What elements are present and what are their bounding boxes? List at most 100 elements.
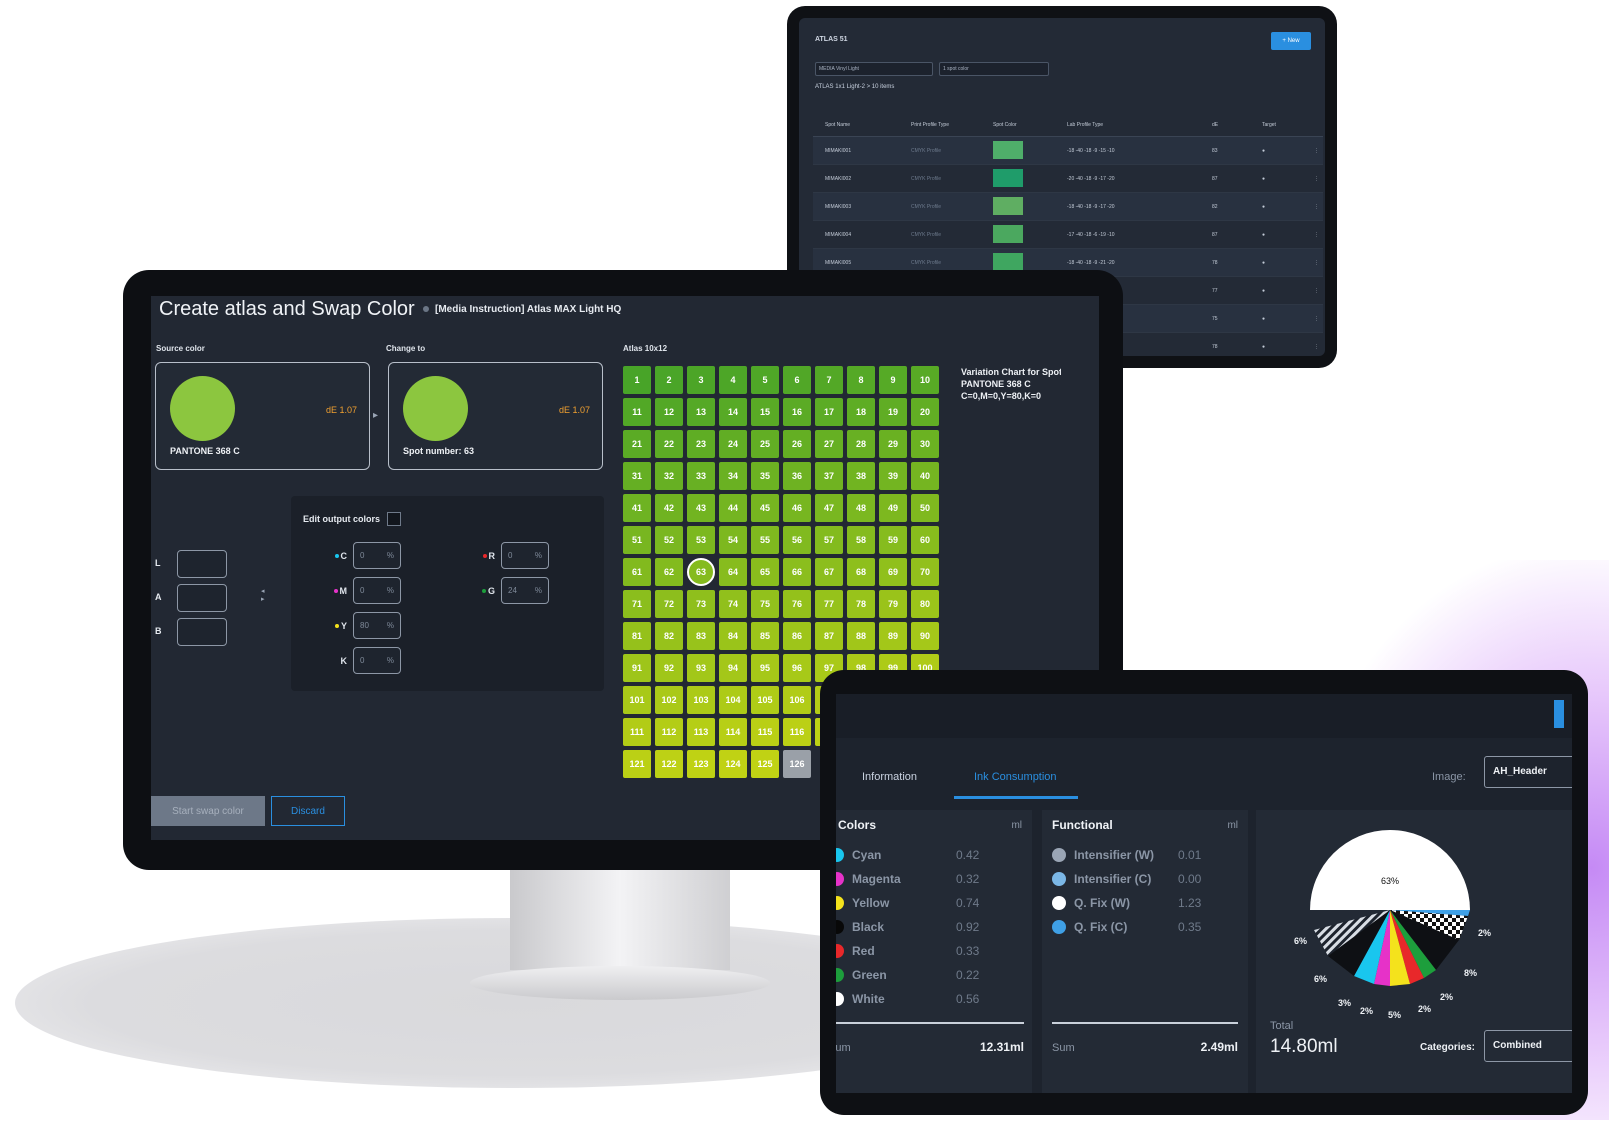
atlas-cell[interactable]: 92 [655,654,683,682]
atlas-cell[interactable]: 21 [623,430,651,458]
atlas-cell[interactable]: 52 [655,526,683,554]
atlas-cell[interactable]: 70 [911,558,939,586]
atlas-cell[interactable]: 62 [655,558,683,586]
atlas-cell[interactable]: 68 [847,558,875,586]
atlas-cell[interactable]: 66 [783,558,811,586]
table-row[interactable]: MIMAKI001 CMYK Profile -18 -40 -18 -9 -15 … [813,137,1323,165]
atlas-cell[interactable]: 38 [847,462,875,490]
atlas-cell[interactable]: 58 [847,526,875,554]
atlas-cell[interactable]: 10 [911,366,939,394]
atlas-cell[interactable]: 111 [623,718,651,746]
atlas-cell[interactable]: 85 [751,622,779,650]
atlas-cell[interactable]: 84 [719,622,747,650]
atlas-cell[interactable]: 69 [879,558,907,586]
spot-select[interactable]: 1 spot color [939,62,1049,76]
atlas-cell[interactable]: 94 [719,654,747,682]
atlas-cell[interactable]: 48 [847,494,875,522]
atlas-cell[interactable]: 23 [687,430,715,458]
atlas-cell[interactable]: 115 [751,718,779,746]
atlas-cell[interactable]: 49 [879,494,907,522]
atlas-cell[interactable]: 45 [751,494,779,522]
atlas-cell[interactable]: 116 [783,718,811,746]
atlas-cell[interactable]: 59 [879,526,907,554]
atlas-cell[interactable]: 56 [783,526,811,554]
red-input[interactable]: 0% [501,542,549,569]
row-menu-icon[interactable]: ⋮ [1310,316,1323,322]
lab-b-input[interactable] [177,618,227,646]
atlas-cell[interactable]: 6 [783,366,811,394]
atlas-cell[interactable]: 71 [623,590,651,618]
atlas-cell[interactable]: 91 [623,654,651,682]
row-menu-icon[interactable]: ⋮ [1310,232,1323,238]
start-swap-button[interactable]: Start swap color [151,796,265,826]
atlas-cell[interactable]: 73 [687,590,715,618]
atlas-cell[interactable]: 32 [655,462,683,490]
atlas-cell[interactable]: 114 [719,718,747,746]
atlas-cell[interactable]: 26 [783,430,811,458]
atlas-cell[interactable]: 60 [911,526,939,554]
yellow-input[interactable]: 80% [353,612,401,639]
column-header[interactable]: Spot Color [993,122,1067,128]
atlas-cell[interactable]: 95 [751,654,779,682]
atlas-cell[interactable]: 74 [719,590,747,618]
atlas-cell[interactable]: 9 [879,366,907,394]
atlas-cell[interactable]: 122 [655,750,683,778]
atlas-cell[interactable]: 67 [815,558,843,586]
atlas-cell[interactable]: 121 [623,750,651,778]
row-menu-icon[interactable]: ⋮ [1310,288,1323,294]
atlas-cell[interactable]: 105 [751,686,779,714]
atlas-cell[interactable]: 31 [623,462,651,490]
atlas-cell[interactable]: 33 [687,462,715,490]
target-color-card[interactable]: dE 1.07 Spot number: 63 [388,362,603,470]
source-color-card[interactable]: dE 1.07 PANTONE 368 C [155,362,370,470]
column-header[interactable]: Spot Name [813,122,911,128]
atlas-cell[interactable]: 13 [687,398,715,426]
column-header[interactable]: Print Profile Type [911,122,993,128]
atlas-cell[interactable]: 57 [815,526,843,554]
row-menu-icon[interactable]: ⋮ [1310,176,1323,182]
atlas-cell[interactable]: 7 [815,366,843,394]
atlas-cell[interactable]: 3 [687,366,715,394]
atlas-cell[interactable]: 1 [623,366,651,394]
atlas-cell[interactable]: 76 [783,590,811,618]
atlas-cell[interactable]: 24 [719,430,747,458]
atlas-cell[interactable]: 86 [783,622,811,650]
atlas-cell[interactable]: 126 [783,750,811,778]
atlas-cell[interactable]: 22 [655,430,683,458]
atlas-cell[interactable]: 77 [815,590,843,618]
atlas-cell[interactable]: 5 [751,366,779,394]
atlas-cell[interactable]: 54 [719,526,747,554]
atlas-cell[interactable]: 55 [751,526,779,554]
tab-information[interactable]: Information [862,771,917,783]
atlas-cell[interactable]: 72 [655,590,683,618]
atlas-cell[interactable]: 41 [623,494,651,522]
atlas-cell[interactable]: 78 [847,590,875,618]
atlas-cell[interactable]: 51 [623,526,651,554]
atlas-cell[interactable]: 20 [911,398,939,426]
atlas-cell[interactable]: 12 [655,398,683,426]
atlas-cell[interactable]: 19 [879,398,907,426]
atlas-cell[interactable]: 53 [687,526,715,554]
atlas-cell[interactable]: 42 [655,494,683,522]
atlas-cell[interactable]: 29 [879,430,907,458]
atlas-cell[interactable]: 46 [783,494,811,522]
atlas-cell[interactable]: 123 [687,750,715,778]
atlas-cell[interactable]: 104 [719,686,747,714]
atlas-cell[interactable]: 11 [623,398,651,426]
atlas-cell[interactable]: 96 [783,654,811,682]
atlas-cell[interactable]: 50 [911,494,939,522]
tab-ink-consumption[interactable]: Ink Consumption [974,771,1057,783]
atlas-cell[interactable]: 102 [655,686,683,714]
atlas-cell[interactable]: 34 [719,462,747,490]
atlas-cell[interactable]: 27 [815,430,843,458]
atlas-cell[interactable]: 65 [751,558,779,586]
row-menu-icon[interactable]: ⋮ [1310,148,1323,154]
atlas-cell[interactable]: 14 [719,398,747,426]
row-menu-icon[interactable]: ⋮ [1310,204,1323,210]
row-menu-icon[interactable]: ⋮ [1310,260,1323,266]
lab-a-input[interactable] [177,584,227,612]
atlas-cell[interactable]: 40 [911,462,939,490]
atlas-cell[interactable]: 106 [783,686,811,714]
atlas-cell[interactable]: 83 [687,622,715,650]
atlas-cell[interactable]: 80 [911,590,939,618]
